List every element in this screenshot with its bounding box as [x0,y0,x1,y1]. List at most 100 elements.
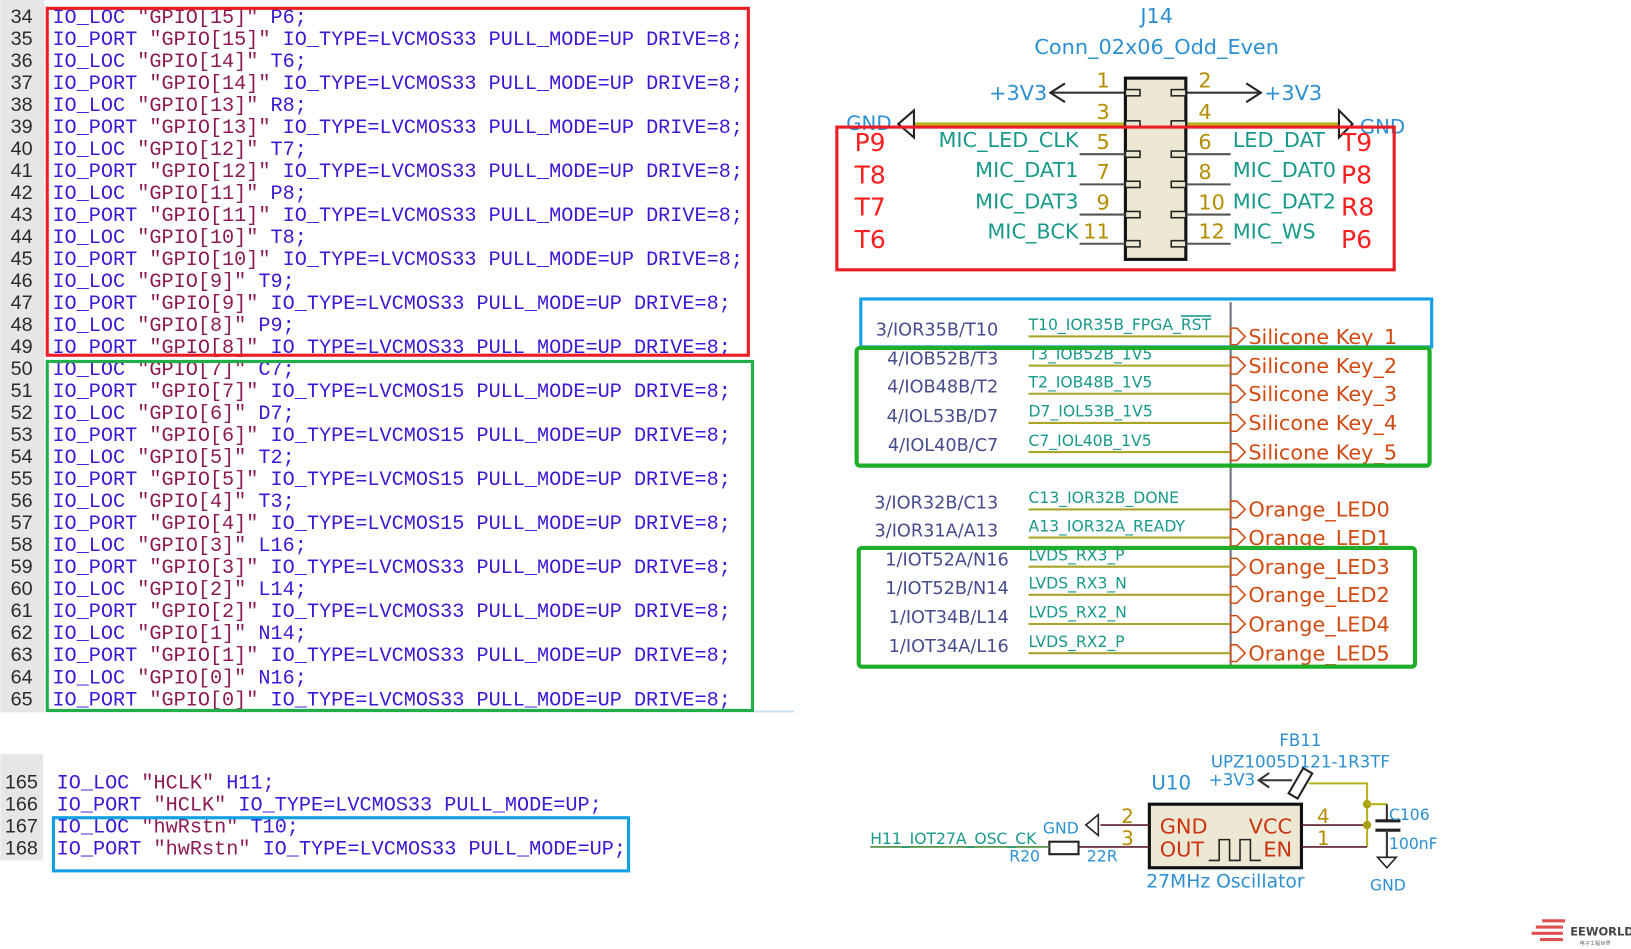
code-line[interactable]: IO_LOC "GPIO[13]" R8; [52,95,306,118]
line-number: 60 [11,578,33,600]
code-line[interactable]: IO_PORT "GPIO[12]" IO_TYPE=LVCMOS33 PULL… [52,161,743,184]
code-line[interactable]: IO_PORT "GPIO[2]" IO_TYPE=LVCMOS33 PULL_… [52,601,730,624]
code-line[interactable]: IO_PORT "GPIO[14]" IO_TYPE=LVCMOS33 PULL… [52,73,743,96]
net-label-left: MIC_DAT3 [975,189,1078,214]
code-line[interactable]: IO_PORT "GPIO[9]" IO_TYPE=LVCMOS33 PULL_… [52,293,730,316]
code-line[interactable]: IO_LOC "GPIO[15]" P6; [52,7,306,30]
code-line[interactable]: IO_LOC "GPIO[12]" T7; [52,139,306,162]
line-number: 52 [11,402,33,424]
fpga-pin-name: 3/IOR31A/A13 [875,521,999,541]
net-label-left: MIC_LED_CLK [938,128,1079,153]
pin-number-right: 6 [1198,130,1211,154]
code-line[interactable]: IO_LOC "HCLK" H11; [57,773,275,796]
line-number: 45 [11,248,33,270]
oscillator-power-label: +3V3 [1209,770,1256,789]
pin-number-left: 1 [1097,69,1110,93]
line-number: 48 [11,314,33,336]
net-label-left: MIC_BCK [987,220,1080,245]
code-line[interactable]: IO_LOC "hwRstn" T10; [57,817,299,840]
fpga-pin-annotation: P8 [1341,160,1372,189]
line-number: 62 [11,622,33,644]
code-line[interactable]: IO_LOC "GPIO[8]" P9; [52,315,294,338]
line-number: 57 [11,512,33,534]
pin-number-right: 12 [1198,220,1225,244]
line-number: 40 [11,138,33,160]
line-number: 54 [11,446,33,468]
pin-stub [1124,150,1141,159]
code-line[interactable]: IO_LOC "GPIO[1]" N14; [52,623,306,646]
oscillator-u10: FB11 UPZ1005D121-1R3TF U10 +3V3 GND VCC … [870,731,1437,895]
pin-name-en: EN [1263,837,1292,861]
connector-j14: J14 Conn_02x06_Odd_Even +3V3 +3V3 GND GN… [835,4,1405,272]
fpga-pin-annotation: T8 [854,160,886,189]
hierarchical-label-icon [1229,384,1247,403]
code-line[interactable]: IO_PORT "GPIO[15]" IO_TYPE=LVCMOS33 PULL… [52,29,743,52]
fpga-pin-name: 4/IOL40B/C7 [888,436,998,456]
eeworld-logo-icon [1531,919,1566,942]
line-number: 166 [5,794,38,816]
code-line[interactable]: IO_PORT "hwRstn" IO_TYPE=LVCMOS33 PULL_M… [57,839,626,862]
code-line[interactable]: IO_LOC "GPIO[2]" L14; [52,579,306,602]
pin-number-left: 9 [1097,190,1110,214]
code-editor-bottom: 165 IO_LOC "HCLK" H11; 166 IO_PORT "HCLK" I… [0,754,631,873]
hierarchical-label: Silicone Key_3 [1248,382,1397,407]
fpga-pin-name: 4/IOB52B/T3 [887,350,998,370]
line-number: 168 [5,838,38,860]
net-name: C7_IOL40B_1V5 [1029,432,1152,451]
code-line[interactable]: IO_PORT "GPIO[6]" IO_TYPE=LVCMOS15 PULL_… [52,425,730,448]
line-number: 47 [11,292,33,314]
code-line[interactable]: IO_PORT "GPIO[4]" IO_TYPE=LVCMOS15 PULL_… [52,513,730,536]
code-line[interactable]: IO_PORT "GPIO[13]" IO_TYPE=LVCMOS33 PULL… [52,117,743,140]
line-number: 65 [11,688,33,710]
cap-ref: C106 [1389,806,1430,824]
code-line[interactable]: IO_PORT "GPIO[1]" IO_TYPE=LVCMOS33 PULL_… [52,645,730,668]
pin-number-right: 4 [1198,100,1211,124]
net-label-left: MIC_DAT1 [975,158,1078,183]
code-line[interactable]: IO_PORT "GPIO[10]" IO_TYPE=LVCMOS33 PULL… [52,249,743,272]
code-line[interactable]: IO_PORT "GPIO[3]" IO_TYPE=LVCMOS33 PULL_… [52,557,730,580]
connector-ref: J14 [1138,4,1173,28]
code-line[interactable]: IO_PORT "GPIO[7]" IO_TYPE=LVCMOS15 PULL_… [52,381,730,404]
hierarchical-label-icon [1229,644,1247,663]
code-line[interactable]: IO_LOC "GPIO[4]" T3; [52,491,294,514]
line-number: 63 [11,644,33,666]
code-line[interactable]: IO_PORT "GPIO[5]" IO_TYPE=LVCMOS15 PULL_… [52,469,730,492]
junction-dot [1362,820,1372,830]
hierarchical-label-icon [1229,500,1247,519]
code-line[interactable]: IO_LOC "GPIO[11]" P8; [52,183,306,206]
hierarchical-label-icon [1229,327,1247,346]
pin-stub [1124,210,1141,219]
code-line[interactable]: IO_LOC "GPIO[6]" D7; [52,403,294,426]
watermark-sub: 电子工程世界 [1580,939,1611,947]
power-label-right: +3V3 [1264,81,1322,105]
cap-value: 100nF [1389,835,1438,853]
fpga-pin-annotation: P9 [855,128,886,157]
code-line[interactable]: IO_LOC "GPIO[14]" T6; [52,51,306,74]
line-number: 42 [11,182,33,204]
line-number: 38 [11,94,33,116]
line-number: 41 [11,160,33,182]
fpga-pin-name: 1/IOT52A/N16 [885,551,1008,571]
code-line[interactable]: IO_PORT "GPIO[0]" IO_TYPE=LVCMOS33 PULL_… [52,689,730,712]
code-line[interactable]: IO_LOC "GPIO[5]" T2; [52,447,294,470]
fpga-pin-annotation: T7 [854,193,886,222]
pin-number-left: 5 [1097,130,1110,154]
line-number: 55 [11,468,33,490]
code-line[interactable]: IO_PORT "HCLK" IO_TYPE=LVCMOS33 PULL_MOD… [57,795,602,818]
line-number: 51 [11,380,33,402]
line-number: 37 [11,72,33,94]
code-line[interactable]: IO_PORT "GPIO[11]" IO_TYPE=LVCMOS33 PULL… [52,205,743,228]
pin-number-left: 11 [1083,220,1110,244]
pin-stub [1170,88,1187,97]
resistor-ref: R20 [1009,847,1040,865]
code-line[interactable]: IO_LOC "GPIO[10]" T8; [52,227,306,250]
hierarchical-label: Silicone Key_5 [1248,440,1397,465]
code-line[interactable]: IO_LOC "GPIO[0]" N16; [52,667,306,690]
fpga-pin-name: 3/IOR35B/T10 [876,320,999,340]
pin-stub [1124,180,1141,189]
hierarchical-label: Orange_LED5 [1248,641,1389,666]
code-line[interactable]: IO_LOC "GPIO[9]" T9; [52,271,294,294]
code-lines: 34 IO_LOC "GPIO[15]" P6; 35 IO_PORT "GPIO[1… [11,6,743,712]
hierarchical-label: Silicone Key_4 [1248,411,1397,436]
code-line[interactable]: IO_LOC "GPIO[3]" L16; [52,535,306,558]
